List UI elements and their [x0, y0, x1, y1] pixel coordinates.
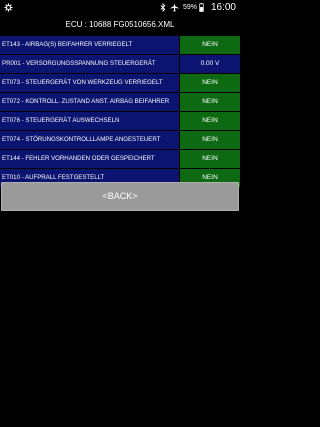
clock: 16:00 — [210, 2, 236, 13]
row-value: NEIN — [180, 74, 240, 92]
row-label: ET143 - AIRBAG(S) BEIFAHRER VERRIEGELT — [0, 36, 179, 54]
table-row[interactable]: PR001 - VERSORGUNGSSPANNUNG STEUERGERÄT … — [0, 55, 240, 73]
table-row[interactable]: ET143 - AIRBAG(S) BEIFAHRER VERRIEGELT N… — [0, 36, 240, 54]
row-label: ET074 - STÖRUNGSKONTROLLLAMPE ANGESTEUER… — [0, 131, 179, 149]
back-button[interactable]: <BACK> — [1, 182, 239, 211]
row-value: NEIN — [180, 112, 240, 130]
row-value: NEIN — [180, 36, 240, 54]
page-title: ECU : 10688 FG0510656.XML — [0, 15, 240, 35]
status-bar: 59% 16:00 — [0, 0, 240, 15]
table-row[interactable]: ET076 - STEUERGERÄT AUSWECHSELN NEIN — [0, 112, 240, 130]
table-row[interactable]: ET074 - STÖRUNGSKONTROLLLAMPE ANGESTEUER… — [0, 131, 240, 149]
row-label: ET144 - FEHLER VORHANDEN ODER GESPEICHER… — [0, 150, 179, 168]
battery-icon — [199, 3, 204, 12]
row-label: ET076 - STEUERGERÄT AUSWECHSELN — [0, 112, 179, 130]
row-value: 0.00 V — [180, 55, 240, 73]
navigation-bar — [0, 395, 240, 427]
settings-icon — [4, 3, 13, 12]
row-label: ET072 - KONTROLL. ZUSTAND ANST. AIRBAG B… — [0, 93, 179, 111]
row-value: NEIN — [180, 150, 240, 168]
airplane-mode-icon — [170, 3, 179, 12]
row-label: ET073 - STEUERGERÄT VON WERKZEUG VERRIEG… — [0, 74, 179, 92]
row-label: PR001 - VERSORGUNGSSPANNUNG STEUERGERÄT — [0, 55, 179, 73]
battery-percent: 59% — [182, 4, 197, 11]
row-value: NEIN — [180, 131, 240, 149]
table-row[interactable]: ET144 - FEHLER VORHANDEN ODER GESPEICHER… — [0, 150, 240, 168]
table-row[interactable]: ET072 - KONTROLL. ZUSTAND ANST. AIRBAG B… — [0, 93, 240, 111]
table-row[interactable]: ET073 - STEUERGERÄT VON WERKZEUG VERRIEG… — [0, 74, 240, 92]
row-value: NEIN — [180, 93, 240, 111]
parameter-table: ET143 - AIRBAG(S) BEIFAHRER VERRIEGELT N… — [0, 36, 240, 188]
bluetooth-icon — [160, 3, 166, 12]
